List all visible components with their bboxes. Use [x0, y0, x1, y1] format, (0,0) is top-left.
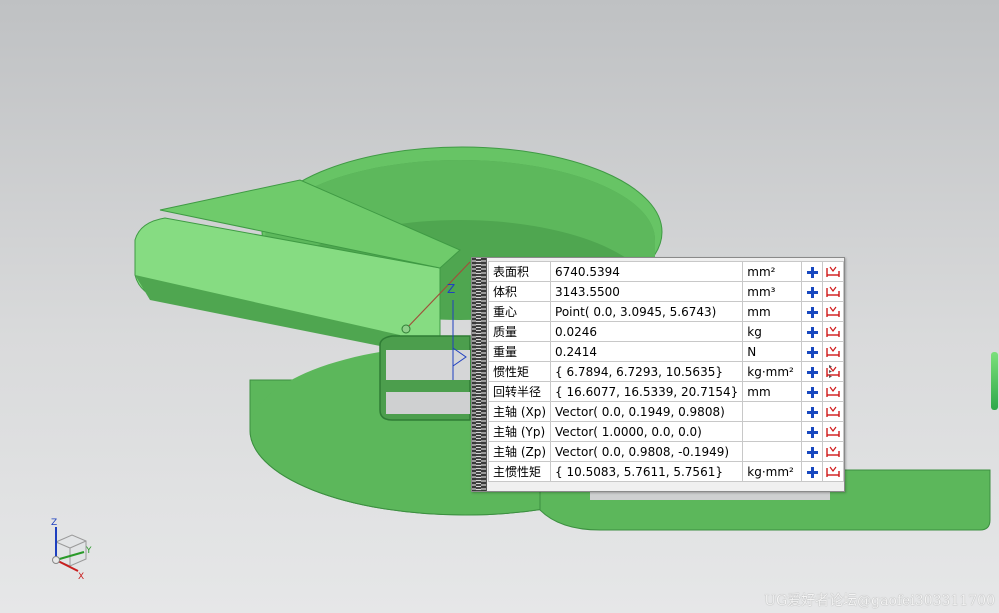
add-to-result-button[interactable] — [801, 361, 823, 382]
result-name: 主惯性矩 — [487, 461, 552, 482]
result-unit — [742, 441, 803, 462]
panel-expand-icon[interactable]: ▸ ▸ ▸ — [829, 364, 839, 380]
triad-x-label: X — [78, 572, 84, 582]
result-row[interactable]: 主轴 (Zp) Vector( 0.0, 0.9808, -0.1949) — [487, 441, 845, 462]
result-value: Vector( 0.0, 0.9808, -0.1949) — [550, 441, 744, 462]
dimension-icon — [826, 306, 840, 317]
add-to-result-button[interactable] — [801, 381, 823, 402]
create-dimension-button[interactable] — [821, 441, 845, 462]
triad-z-label: Z — [51, 518, 57, 528]
result-unit — [742, 401, 803, 422]
result-unit — [742, 421, 803, 442]
result-value: 0.0246 — [550, 321, 744, 342]
model-z-axis-label: Z — [447, 282, 455, 296]
create-dimension-button[interactable] — [821, 301, 845, 322]
side-resource-tab[interactable] — [991, 352, 998, 410]
result-row[interactable]: 质量 0.0246 kg — [487, 321, 845, 342]
result-value: Point( 0.0, 3.0945, 5.6743) — [550, 301, 744, 322]
dimension-icon — [826, 406, 840, 417]
create-dimension-button[interactable] — [821, 281, 845, 302]
result-name: 质量 — [487, 321, 552, 342]
dimension-icon — [826, 286, 840, 297]
create-dimension-button[interactable] — [821, 381, 845, 402]
dimension-icon — [826, 346, 840, 357]
plus-icon — [806, 386, 818, 398]
center-of-gravity-point[interactable] — [401, 324, 411, 334]
result-unit: mm³ — [742, 281, 803, 302]
dimension-icon — [826, 446, 840, 457]
result-row[interactable]: 惯性矩{ 6.7894, 6.7293, 10.5635} kg·mm² — [487, 361, 845, 382]
view-triad[interactable]: Z Y X — [38, 515, 98, 585]
triad-y-label: Y — [85, 546, 92, 556]
result-row[interactable]: 主惯性矩{ 10.5083, 5.7611, 5.7561} kg·mm² — [487, 461, 845, 482]
result-name: 重心 — [487, 301, 552, 322]
result-row[interactable]: 重心 Point( 0.0, 3.0945, 5.6743) mm — [487, 301, 845, 322]
result-unit: N — [742, 341, 803, 362]
result-name: 重量 — [487, 341, 552, 362]
result-name: 体积 — [487, 281, 552, 302]
result-unit: mm — [742, 381, 803, 402]
result-value: 6740.5394 — [550, 261, 744, 282]
result-unit: kg·mm² — [742, 461, 803, 482]
result-unit: kg — [742, 321, 803, 342]
result-row[interactable]: 体积 3143.5500 mm³ — [487, 281, 845, 302]
create-dimension-button[interactable] — [821, 321, 845, 342]
plus-icon — [806, 446, 818, 458]
plus-icon — [806, 286, 818, 298]
plus-icon — [806, 366, 818, 378]
result-row[interactable]: 主轴 (Xp) Vector( 0.0, 0.1949, 0.9808) — [487, 401, 845, 422]
add-to-result-button[interactable] — [801, 321, 823, 342]
add-to-result-button[interactable] — [801, 421, 823, 442]
dimension-icon — [826, 426, 840, 437]
result-value: { 16.6077, 16.5339, 20.7154} — [550, 381, 744, 402]
add-to-result-button[interactable] — [801, 261, 823, 282]
create-dimension-button[interactable] — [821, 261, 845, 282]
result-value: Vector( 1.0000, 0.0, 0.0) — [550, 421, 744, 442]
result-name: 回转半径 — [487, 381, 552, 402]
add-to-result-button[interactable] — [801, 401, 823, 422]
result-name: 主轴 (Yp) — [487, 421, 552, 442]
create-dimension-button[interactable] — [821, 341, 845, 362]
plus-icon — [806, 406, 818, 418]
create-dimension-button[interactable] — [821, 421, 845, 442]
plus-icon — [806, 306, 818, 318]
dimension-icon — [826, 266, 840, 277]
plus-icon — [806, 426, 818, 438]
result-name: 主轴 (Xp) — [487, 401, 552, 422]
add-to-result-button[interactable] — [801, 461, 823, 482]
result-value: { 6.7894, 6.7293, 10.5635} — [550, 361, 744, 382]
create-dimension-button[interactable] — [821, 401, 845, 422]
dimension-icon — [826, 386, 840, 397]
result-row[interactable]: 重量 0.2414 N — [487, 341, 845, 362]
result-name: 主轴 (Zp) — [487, 441, 552, 462]
add-to-result-button[interactable] — [801, 301, 823, 322]
result-unit: kg·mm² — [742, 361, 803, 382]
measure-results-table: 表面积 6740.5394 mm² 体积 3143.5500 mm³ 重心 Point( 0.… — [487, 261, 845, 482]
result-value: 0.2414 — [550, 341, 744, 362]
result-row[interactable]: 回转半径{ 16.6077, 16.5339, 20.7154} mm — [487, 381, 845, 402]
measure-results-panel[interactable]: 表面积 6740.5394 mm² 体积 3143.5500 mm³ 重心 Point( 0.… — [471, 257, 845, 492]
panel-drag-handle[interactable] — [472, 258, 487, 491]
dimension-icon — [826, 466, 840, 477]
dimension-icon — [826, 326, 840, 337]
plus-icon — [806, 266, 818, 278]
result-name: 惯性矩 — [487, 361, 552, 382]
add-to-result-button[interactable] — [801, 281, 823, 302]
result-name: 表面积 — [487, 261, 552, 282]
result-unit: mm² — [742, 261, 803, 282]
create-dimension-button[interactable] — [821, 461, 845, 482]
result-row[interactable]: 表面积 6740.5394 mm² — [487, 261, 845, 282]
result-row[interactable]: 主轴 (Yp) Vector( 1.0000, 0.0, 0.0) — [487, 421, 845, 442]
result-value: 3143.5500 — [550, 281, 744, 302]
result-value: { 10.5083, 5.7611, 5.7561} — [550, 461, 744, 482]
add-to-result-button[interactable] — [801, 341, 823, 362]
forum-watermark: UG爱好者论坛@gaofei303311700 — [764, 593, 995, 609]
plus-icon — [806, 326, 818, 338]
add-to-result-button[interactable] — [801, 441, 823, 462]
plus-icon — [806, 346, 818, 358]
result-value: Vector( 0.0, 0.1949, 0.9808) — [550, 401, 744, 422]
result-unit: mm — [742, 301, 803, 322]
plus-icon — [806, 466, 818, 478]
